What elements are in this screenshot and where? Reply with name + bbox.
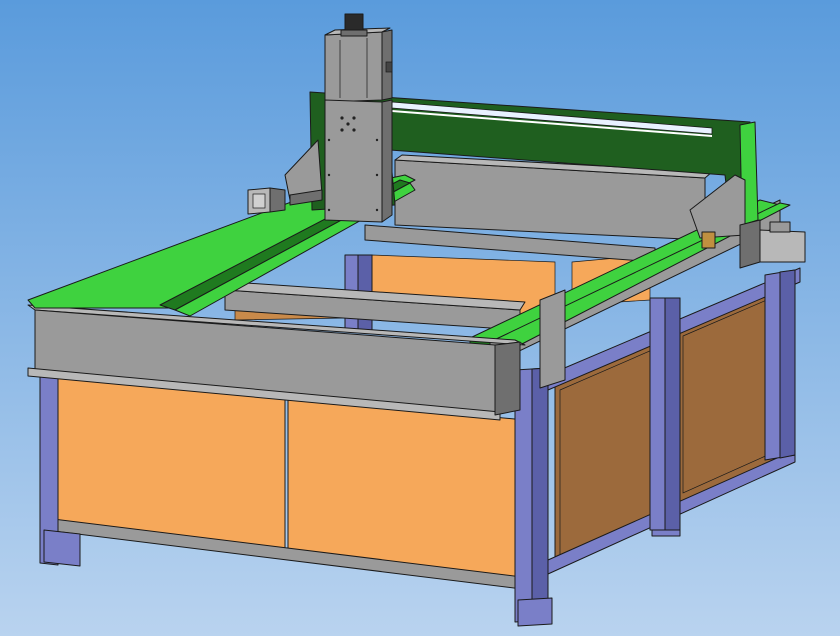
stepper-motor-right-cap [769, 221, 791, 233]
right-beam-block [539, 289, 566, 389]
front-i-beam-end [494, 341, 521, 416]
spindle-motor-flange [340, 29, 368, 37]
stepper-motor-right-body [759, 229, 806, 263]
bolt-6 [327, 138, 331, 142]
stepper-motor [247, 187, 286, 215]
z-axis-carriage [324, 27, 393, 223]
front-right-foot [517, 597, 553, 627]
spindle-motor [340, 13, 368, 37]
z-column-knob [385, 61, 393, 73]
bolt-9 [375, 173, 379, 177]
right-middle-foot [651, 529, 681, 537]
bolt-5 [346, 122, 350, 126]
front-left-foot [43, 529, 81, 567]
stepper-motor-left-face [252, 193, 266, 209]
front-right-post-shade [531, 367, 549, 622]
right-middle-post-shade [664, 297, 681, 531]
bolt-2 [352, 116, 356, 120]
bolt-3 [340, 128, 344, 132]
right-back-post-shade [779, 269, 796, 459]
gantry-right-nut [701, 231, 716, 249]
bolt-8 [375, 138, 379, 142]
stepper-motor-left-flange [269, 187, 286, 213]
cad-viewport[interactable] [0, 0, 840, 636]
bolt-4 [352, 128, 356, 132]
stepper-motor-right-flange [739, 219, 761, 269]
bolt-10 [327, 208, 331, 212]
bolt-1 [340, 116, 344, 120]
cnc-router-3d-model [0, 0, 840, 636]
bolt-7 [327, 173, 331, 177]
z-axis-plate-side [381, 99, 393, 223]
z-axis-column [324, 31, 383, 103]
bolt-11 [375, 208, 379, 212]
